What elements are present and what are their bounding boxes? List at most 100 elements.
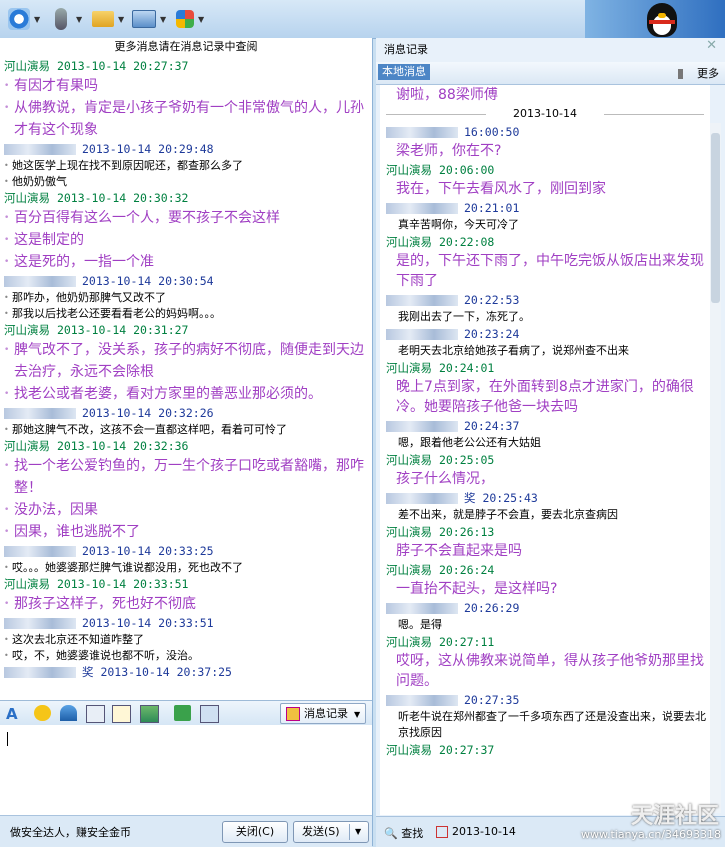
message-text: 哎，不，她婆婆谁说也都不听，没治。 <box>4 648 366 664</box>
message-text: 百分百得有这么一个人，要不孩子不会这样 <box>4 207 366 229</box>
chat-message: 2013-10-14 20:29:48 她这医学上现在找不到原因呢还，都查那么多了… <box>4 141 366 190</box>
blurred-name <box>386 329 458 340</box>
chat-message: 2013-10-14 20:30:54 那咋办，他奶奶那脾气又改不了那我以后找老公… <box>4 273 366 322</box>
blurred-name <box>386 603 458 614</box>
history-header: 奖 20:25:43 <box>380 489 710 507</box>
font-icon[interactable]: A <box>6 705 23 723</box>
history-header: 河山演易 20:22:08 <box>380 233 710 251</box>
history-message: 河山演易 20:25:05 孩子什么情况， <box>380 451 710 489</box>
history-message: 河山演易 20:27:11 哎呀，这从佛教来说简单，得从孩子他爷奶那里找问题。 <box>380 633 710 691</box>
blurred-name <box>4 408 76 419</box>
message-time: 20:26:29 <box>464 601 520 615</box>
scroll-thumb[interactable] <box>711 133 720 303</box>
watermark-logo: 天涯社区 <box>630 804 719 829</box>
history-message: 20:27:35 听老牛说在郑州都查了一千多项东西了还是没查出来，说要去北京找原因 <box>380 691 710 741</box>
message-text: 找老公或者老婆，看对方家里的善恶业那必须的。 <box>4 383 366 405</box>
close-icon[interactable]: ✕ <box>706 38 717 53</box>
message-header: 2013-10-14 20:32:26 <box>4 405 366 422</box>
date-picker[interactable]: 2013-10-14 <box>436 825 516 838</box>
message-time: 20:21:01 <box>464 201 520 215</box>
blurred-name <box>4 618 76 629</box>
emoji-icon[interactable] <box>34 705 51 721</box>
send-options-chevron-icon[interactable]: ▼ <box>355 822 361 842</box>
message-header: 河山演易 2013-10-14 20:32:36 <box>4 438 366 455</box>
music-icon[interactable] <box>174 705 191 721</box>
history-text: 嗯，跟着他老公公还有大姑姐 <box>398 436 541 449</box>
more-button[interactable]: 更多 <box>678 65 719 81</box>
history-scrollbar[interactable] <box>710 123 721 813</box>
apps-button[interactable]: ▼ <box>176 6 204 32</box>
message-text: 那咋办，他奶奶那脾气又改不了 <box>4 290 366 306</box>
microphone-icon <box>55 8 67 30</box>
history-header: 20:22:53 <box>380 291 710 309</box>
message-text: 脾气改不了，没关系，孩子的病好不彻底，随便走到天边去治疗，永远不会除根 <box>4 339 366 383</box>
shake-icon[interactable] <box>60 705 77 721</box>
message-time: 20:25:05 <box>438 453 495 467</box>
message-time: 2013-10-14 20:33:25 <box>82 544 214 558</box>
message-time: 2013-10-14 20:37:25 <box>100 665 232 679</box>
date-divider: 2013-10-14 <box>380 105 710 123</box>
history-text: 嗯。是得 <box>398 618 442 631</box>
status-button[interactable]: ▼ <box>8 6 40 32</box>
message-text: 他奶奶傲气 <box>4 174 366 190</box>
video-icon[interactable] <box>200 705 219 723</box>
message-history-button[interactable]: 消息记录 ▼ <box>280 703 366 724</box>
message-time: 2013-10-14 20:29:48 <box>82 142 214 156</box>
message-header: 奖 2013-10-14 20:37:25 <box>4 664 366 681</box>
chat-message-list[interactable]: 河山演易 2013-10-14 20:27:37有因才有果吗从佛教说，肯定是小孩… <box>4 58 366 738</box>
chat-message: 河山演易 2013-10-14 20:27:37有因才有果吗从佛教说，肯定是小孩… <box>4 58 366 141</box>
sender-name: 奖 <box>82 665 94 679</box>
remote-desktop-button[interactable]: ▼ <box>132 6 166 32</box>
sender-name: 河山演易 <box>386 563 432 577</box>
history-text: 老明天去北京给她孩子看病了，说郑州查不出来 <box>398 344 629 357</box>
bottom-bar: 做安全达人，赚安全金币 关闭(C) 发送(S) ▼ <box>0 815 372 847</box>
history-text: 脖子不会直起来是吗 <box>396 543 522 559</box>
history-message: 20:21:01 真辛苦啊你，今天可冷了 <box>380 199 710 233</box>
history-text: 差不出来，就是脖子不会直，要去北京查病因 <box>398 508 618 521</box>
sender-name: 河山演易 <box>4 323 50 337</box>
qq-logo <box>585 0 725 38</box>
ad-link[interactable]: 做安全达人，赚安全金币 <box>10 824 131 840</box>
history-header: 20:23:24 <box>380 325 710 343</box>
history-header: 河山演易 20:27:37 <box>380 741 710 759</box>
send-button[interactable]: 发送(S) ▼ <box>293 821 369 843</box>
history-header: 河山演易 20:27:11 <box>380 633 710 651</box>
image-icon[interactable] <box>140 705 159 723</box>
history-text: 我在，下午去看风水了，刚回到家 <box>396 181 606 197</box>
sender-name: 河山演易 <box>386 635 432 649</box>
find-button[interactable]: 🔍 查找 <box>384 825 423 841</box>
history-header: 河山演易 20:24:01 <box>380 359 710 377</box>
format-toolbar: A 消息记录 ▼ <box>0 700 372 726</box>
history-message: 20:23:24 老明天去北京给她孩子看病了，说郑州查不出来 <box>380 325 710 359</box>
file-transfer-button[interactable]: ▼ <box>92 6 124 32</box>
more-messages-notice[interactable]: 更多消息请在消息记录中查阅 <box>0 38 372 56</box>
message-time: 20:24:37 <box>464 419 520 433</box>
blurred-name <box>386 421 458 432</box>
message-input[interactable] <box>0 725 372 815</box>
note-icon[interactable] <box>112 705 131 723</box>
tab-local-messages[interactable]: 本地消息 <box>378 64 430 80</box>
speaker-icon <box>678 69 693 79</box>
sender-name: 河山演易 <box>386 163 432 177</box>
history-message: 梁老师，你在不? <box>380 141 710 161</box>
blurred-name <box>386 203 458 214</box>
apps-icon <box>176 10 194 28</box>
blurred-name <box>386 695 458 706</box>
message-time: 20:06:00 <box>438 163 495 177</box>
message-text: 因果，谁也逃脱不了 <box>4 521 366 543</box>
chat-message: 河山演易 2013-10-14 20:33:51那孩子这样子，死也好不彻底 <box>4 576 366 615</box>
history-title: 消息记录 <box>384 43 428 56</box>
screenshot-icon[interactable] <box>86 705 105 723</box>
history-message: 河山演易 20:22:08 是的，下午还下雨了，中午吃完饭从饭店出来发现下雨了 <box>380 233 710 291</box>
sender-name: 河山演易 <box>386 453 432 467</box>
qq-penguin-icon <box>647 3 677 37</box>
close-button[interactable]: 关闭(C) <box>222 821 288 843</box>
history-message: 河山演易 20:06:00 我在，下午去看风水了，刚回到家 <box>380 161 710 199</box>
message-time: 2013-10-14 20:30:32 <box>56 191 189 205</box>
history-line: 谢啦，88梁师傅 <box>396 87 498 103</box>
chat-message: 奖 2013-10-14 20:37:25 <box>4 664 366 681</box>
voice-button[interactable]: ▼ <box>50 6 82 32</box>
blurred-name <box>386 295 458 306</box>
message-text: 有因才有果吗 <box>4 75 366 97</box>
history-message-list[interactable]: 谢啦，88梁师傅 2013-10-14 16:00:50 梁老师，你在不? 河山演易… <box>380 85 710 815</box>
